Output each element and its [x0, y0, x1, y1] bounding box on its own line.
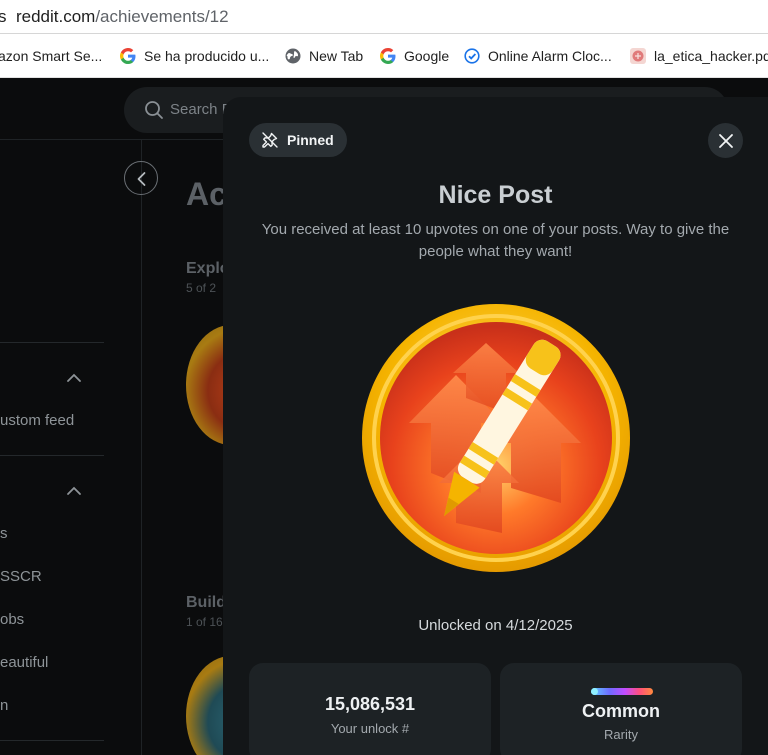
sidebar-item-community[interactable]: obs [0, 611, 24, 628]
sidebar-item-community[interactable]: s [0, 525, 8, 542]
sidebar-divider [141, 140, 142, 755]
chevron-up-icon[interactable] [66, 371, 82, 389]
section-subtitle: 5 of 2 [186, 281, 217, 295]
rarity-indicator-dot [591, 688, 598, 695]
url-path: /achievements/12 [95, 7, 229, 26]
unlock-number-label: Your unlock # [330, 721, 410, 736]
alarm-check-icon [464, 48, 480, 64]
sidebar-item-community[interactable]: n [0, 697, 8, 714]
chevron-up-icon[interactable] [66, 484, 82, 502]
section-subtitle: 1 of 16 [186, 615, 223, 629]
close-button[interactable] [708, 123, 743, 158]
bookmark-pdf[interactable]: la_etica_hacker.pdf [630, 47, 768, 65]
achievement-modal: Pinned Nice Post You received at least 1… [223, 97, 768, 755]
sidebar-item-custom-feed[interactable]: ustom feed [0, 412, 74, 429]
url-host: reddit.com [15, 7, 96, 26]
sidebar-separator [0, 455, 104, 456]
search-icon [144, 100, 164, 125]
section-title: Build [186, 594, 226, 611]
sidebar-separator [0, 740, 104, 741]
crayon-badge-icon [362, 304, 630, 572]
achievement-title: Nice Post [438, 181, 553, 209]
rarity-value: Common [582, 701, 660, 721]
bookmark-label: Se ha producido u... [144, 48, 270, 64]
rarity-gradient-bar [591, 688, 653, 695]
collapse-sidebar-button[interactable] [124, 161, 158, 195]
bookmark-label: Online Alarm Cloc... [488, 48, 612, 64]
google-icon [380, 48, 396, 64]
sidebar-separator [0, 342, 104, 343]
bookmark-label: la_etica_hacker.pdf [654, 48, 768, 64]
unlocked-date: Unlocked on 4/12/2025 [418, 617, 573, 634]
unlock-number-card: 15,086,531 Your unlock # [249, 663, 491, 755]
rarity-card: Common Rarity [500, 663, 742, 755]
globe-icon [285, 48, 301, 64]
pinned-button[interactable]: Pinned [249, 123, 347, 157]
achievement-description: You received at least 10 upvotes on one … [261, 221, 730, 260]
sidebar-item-community[interactable]: SSCR [0, 568, 42, 585]
bookmark-label: azon Smart Se... [0, 48, 103, 64]
bookmarks-bar: azon Smart Se... Se ha producido u... Ne… [0, 34, 768, 78]
pinned-label: Pinned [287, 132, 334, 148]
bookmark-google[interactable]: Google [380, 47, 449, 65]
bookmark-amazon[interactable]: azon Smart Se... [0, 47, 102, 65]
bookmark-google-error[interactable]: Se ha producido u... [120, 47, 269, 65]
google-icon [120, 48, 136, 64]
bookmark-label: New Tab [309, 48, 364, 64]
bookmark-new-tab[interactable]: New Tab [285, 47, 363, 65]
rarity-label: Rarity [604, 727, 638, 742]
sidebar-item-community[interactable]: eautiful [0, 654, 48, 671]
unlock-number: 15,086,531 [324, 694, 416, 714]
brain-icon [630, 48, 646, 64]
url-text[interactable]: s reddit.com/achievements/12 [0, 7, 229, 27]
pin-off-icon [261, 131, 279, 149]
chevron-left-icon [137, 172, 146, 186]
close-icon [718, 133, 733, 148]
address-bar[interactable]: s reddit.com/achievements/12 [0, 0, 768, 34]
page-title: Ac [186, 176, 227, 212]
bookmark-alarm-clock[interactable]: Online Alarm Cloc... [464, 47, 612, 65]
bookmark-label: Google [404, 48, 450, 64]
